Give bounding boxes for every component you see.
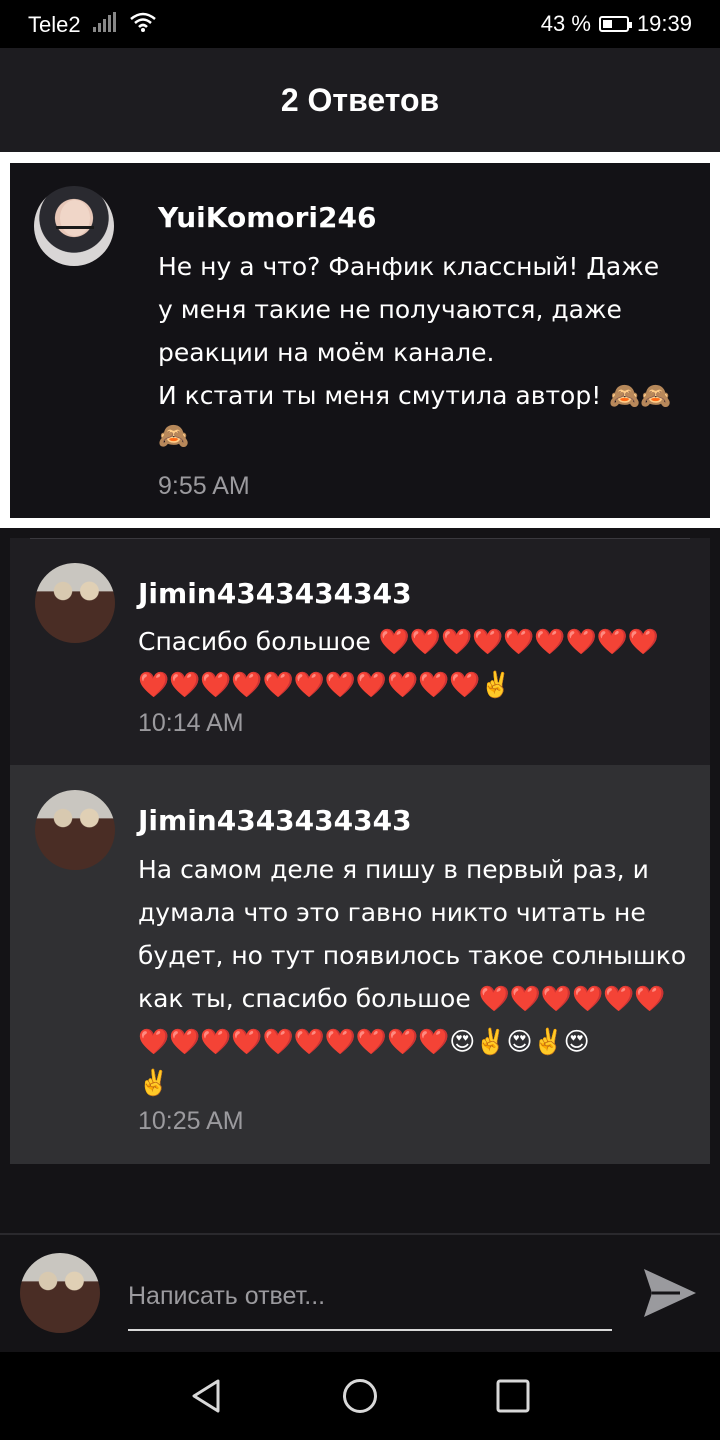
divider: [30, 538, 690, 539]
battery-percent: 43 %: [540, 11, 591, 36]
my-avatar[interactable]: [20, 1253, 100, 1333]
reply-input[interactable]: Написать ответ...: [128, 1271, 612, 1331]
carrier-name: Tele2: [28, 12, 81, 37]
reply-time: 10:25 AM: [138, 1107, 244, 1135]
reply-username[interactable]: Jimin4343434343: [138, 577, 412, 610]
comment-username[interactable]: YuiKomori246: [158, 201, 376, 234]
battery-icon: [598, 16, 632, 32]
recents-square-icon[interactable]: [495, 1378, 531, 1414]
clock: 19:39: [636, 11, 692, 36]
avatar[interactable]: [35, 790, 115, 870]
avatar[interactable]: [35, 563, 115, 643]
reply-composer: Написать ответ...: [0, 1233, 720, 1352]
parent-comment[interactable]: YuiKomori246 Не ну а что? Фанфик классны…: [10, 163, 710, 518]
back-triangle-icon[interactable]: [188, 1378, 224, 1414]
reply-text: На самом деле я пишу в первый раз, и дум…: [138, 855, 687, 1097]
signal-icon: [92, 12, 117, 38]
comment-time: 9:55 AM: [158, 472, 250, 500]
reply-time: 10:14 AM: [138, 709, 244, 737]
home-circle-icon[interactable]: [342, 1378, 378, 1414]
wifi-icon: [129, 11, 157, 39]
page-title: 2 Ответов: [280, 81, 440, 118]
system-nav-bar: [0, 1352, 720, 1440]
reply-text: Спасибо большое ❤️❤️❤️❤️❤️❤️❤️❤️❤️ ❤️❤️❤…: [138, 627, 659, 699]
status-bar: Tele2 43 % 19:39: [0, 0, 720, 48]
reply-item[interactable]: Jimin4343434343 Спасибо большое ❤️❤️❤️❤️…: [10, 538, 710, 765]
replies-header: 2 Ответов: [0, 48, 720, 152]
send-icon[interactable]: [640, 1265, 700, 1321]
reply-item[interactable]: Jimin4343434343 На самом деле я пишу в п…: [10, 765, 710, 1164]
parent-comment-highlight: YuiKomori246 Не ну а что? Фанфик классны…: [0, 152, 720, 528]
reply-username[interactable]: Jimin4343434343: [138, 804, 412, 837]
comment-text: Не ну а что? Фанфик классный! Даже у мен…: [158, 252, 672, 450]
avatar[interactable]: [34, 186, 114, 266]
